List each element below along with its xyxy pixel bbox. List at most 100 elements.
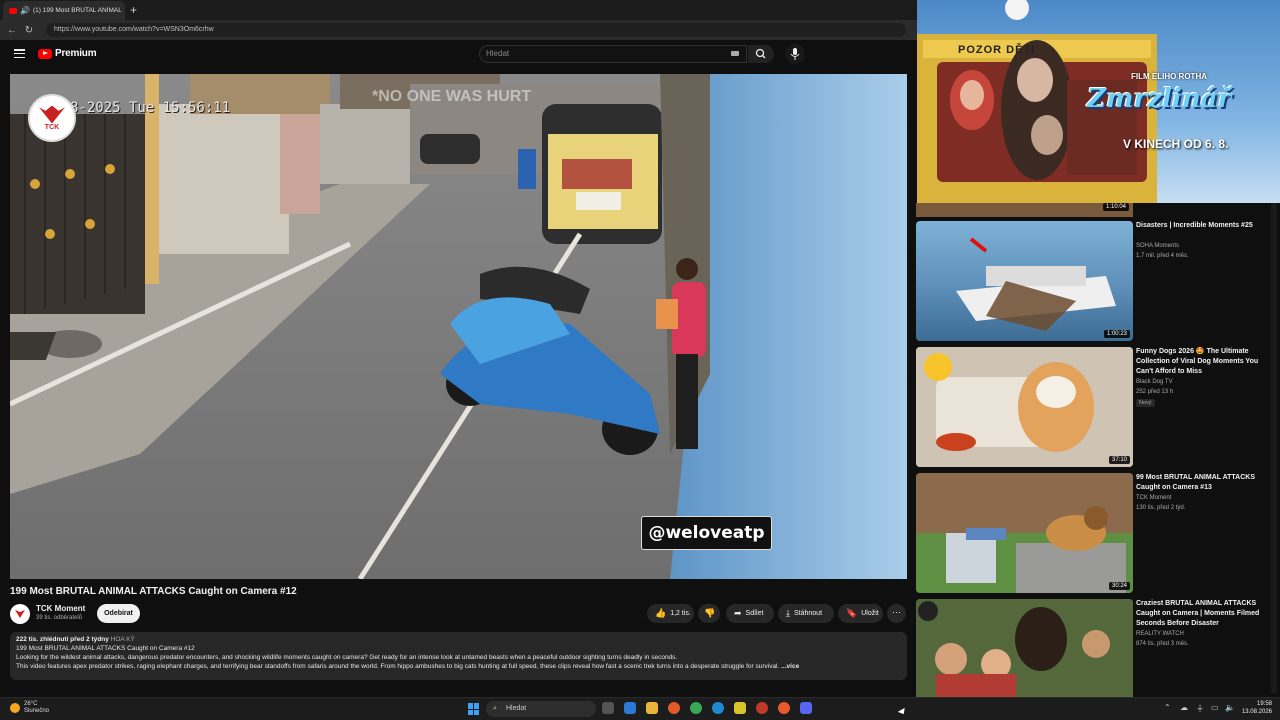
channel-avatar[interactable] (10, 604, 30, 624)
windows-start-icon[interactable] (468, 703, 480, 715)
subscriber-count: 39 tis. odběratelů (36, 615, 83, 621)
back-arrow-icon[interactable]: ← (7, 25, 17, 36)
description-meta: 222 tis. zhlédnutí před 2 týdny HOA KỲ (16, 636, 901, 643)
taskbar-search[interactable]: ⌕ Hledat (486, 701, 596, 717)
more-actions-icon[interactable]: ⋯ (887, 604, 906, 623)
search-button[interactable] (748, 45, 774, 63)
system-clock[interactable]: 19:58 13.08.2026 (1240, 700, 1272, 716)
save-label: Uložit (861, 610, 879, 617)
like-button[interactable]: 👍 1,2 tis. (647, 604, 694, 623)
like-count: 1,2 tis. (670, 610, 691, 617)
mail-icon[interactable] (624, 702, 636, 714)
discord-icon[interactable] (800, 702, 812, 714)
video-meta: 1,7 mil. před 4 měs. (1136, 253, 1189, 259)
youtube-favicon-icon (9, 7, 17, 14)
clock-time: 19:58 (1256, 701, 1272, 707)
video-frame (10, 74, 907, 579)
ad-banner[interactable]: POZOR DĚTI FILM ELIHO ROTHA Zmrzlinář V … (917, 0, 1280, 205)
chrome-icon[interactable] (690, 702, 702, 714)
channel-name: REALITY WATCH (1136, 631, 1184, 637)
firefox-icon[interactable] (668, 702, 680, 714)
view-count-date: 222 tis. zhlédnutí před 2 týdny (16, 636, 109, 643)
duration-badge: 37:10 (1108, 456, 1130, 464)
youtube-premium-logo[interactable]: Premium (38, 48, 97, 59)
audio-playing-icon[interactable]: 🔊 (20, 6, 30, 15)
video-overlay-text: *NO ONE WAS HURT (372, 88, 532, 105)
list-item[interactable]: Craziest BRUTAL ANIMAL ATTACKS Caught on… (913, 599, 1280, 697)
video-title: Craziest BRUTAL ANIMAL ATTACKS Caught on… (1136, 600, 1260, 627)
list-item[interactable]: 1:00:23 Disasters | Incredible Moments #… (913, 221, 1280, 341)
subscribe-button[interactable]: Odebírat (97, 604, 140, 623)
video-meta: 130 tis. před 2 týd. (1136, 505, 1186, 511)
new-tab-icon[interactable]: + (130, 3, 137, 17)
browser-tab[interactable]: 🔊 (1) 199 Most BRUTAL ANIMAL ✕ (3, 1, 125, 20)
description-line: This video features apex predator strike… (16, 663, 901, 670)
notes-icon[interactable] (734, 702, 746, 714)
browser-tabstrip: 🔊 (1) 199 Most BRUTAL ANIMAL ✕ + (0, 0, 917, 20)
list-item[interactable]: 30:24 99 Most BRUTAL ANIMAL ATTACKS Caug… (913, 473, 1280, 593)
youtube-header: Premium Hledat (0, 40, 917, 70)
search-icon: ⌕ (493, 705, 497, 712)
tray-chevron-icon[interactable]: ⌃ (1164, 703, 1171, 712)
description-box[interactable]: 222 tis. zhlédnutí před 2 týdny HOA KỲ 1… (10, 632, 907, 680)
share-button[interactable]: ➦ Sdílet (726, 604, 774, 623)
video-title: Funny Dogs 2026 🤩 The Ultimate Collectio… (1136, 348, 1259, 375)
download-label: Stáhnout (793, 610, 823, 617)
download-button[interactable]: ⤓ Stáhnout (778, 604, 834, 623)
ad-release-date: V KINECH OD 6. 8. (1123, 137, 1229, 151)
search-icon (755, 48, 766, 59)
duration-badge: 1:10:04 (1103, 203, 1130, 211)
weather-widget[interactable]: 26°C Slunečno (10, 701, 49, 715)
search-input[interactable]: Hledat (479, 45, 747, 63)
thumbnail: 1:00:23 (916, 221, 1133, 341)
handle-watermark: @weloveatp (641, 516, 772, 550)
volume-icon[interactable]: 🔈 (1225, 703, 1235, 712)
firefox-active-icon[interactable] (778, 702, 790, 714)
share-label: Sdílet (745, 610, 764, 617)
url-field[interactable]: https://www.youtube.com/watch?v=WSN3Om6c… (46, 23, 906, 37)
video-title: 99 Most BRUTAL ANIMAL ATTACKS Caught on … (1136, 474, 1255, 491)
usb-icon[interactable]: ⏚ (1196, 703, 1204, 714)
list-item[interactable]: 37:10 Funny Dogs 2026 🤩 The Ultimate Col… (913, 347, 1280, 467)
channel-watermark-logo: TCK (28, 94, 76, 142)
thumbnail: 30:24 (916, 473, 1133, 593)
location-tag[interactable]: HOA KỲ (111, 636, 135, 643)
channel-name: TCK Moment (1136, 495, 1172, 501)
duration-badge: 30:24 (1108, 582, 1130, 590)
description-text: This video features apex predator strike… (16, 663, 780, 670)
dislike-button[interactable]: 👎 (698, 604, 720, 623)
menu-icon[interactable] (14, 49, 25, 59)
reload-icon[interactable]: ↻ (24, 25, 34, 36)
youtube-play-icon (38, 48, 52, 59)
voice-search-button[interactable] (785, 44, 805, 64)
keyboard-icon[interactable] (731, 51, 739, 56)
weather-condition: Slunečno (24, 708, 50, 714)
task-view-icon[interactable] (602, 702, 614, 714)
video-title: Disasters | Incredible Moments #25 (1136, 222, 1253, 229)
taskbar: 26°C Slunečno ⌕ Hledat ⌃ ☁ ⏚ ▭ 🔈 19:58 1… (0, 697, 1280, 720)
description-line: Looking for the wildest animal attacks, … (16, 654, 678, 661)
sidebar-scrollbar[interactable] (1271, 203, 1277, 693)
thumbnail: 37:10 (916, 347, 1133, 467)
cctv-timestamp: 8-2025 Tue 15:56:11 (70, 100, 231, 116)
network-icon[interactable]: ▭ (1211, 703, 1219, 712)
channel-name[interactable]: TCK Moment (36, 604, 85, 613)
ad-film-credit: FILM ELIHO ROTHA (1131, 72, 1207, 81)
thumbnail (916, 599, 1133, 697)
list-item[interactable]: 1:10:04 (913, 203, 1280, 211)
channel-watermark-text: TCK (44, 123, 60, 131)
new-badge: Nový (1136, 399, 1155, 407)
video-meta: 252 před 13 h (1136, 389, 1174, 395)
clock-date: 13.08.2026 (1241, 709, 1272, 715)
cloud-icon[interactable]: ☁ (1180, 703, 1188, 712)
show-more-link[interactable]: ...více (781, 663, 799, 670)
description-line: 199 Most BRUTAL ANIMAL ATTACKS Caught on… (16, 645, 195, 652)
app-icon[interactable] (756, 702, 768, 714)
file-explorer-icon[interactable] (646, 702, 658, 714)
edge-icon[interactable] (712, 702, 724, 714)
save-button[interactable]: 🔖 Uložit (838, 604, 883, 623)
sun-icon (10, 703, 20, 713)
logo-text: Premium (55, 48, 97, 59)
thumbs-up-icon: 👍 (655, 608, 667, 618)
video-player[interactable]: 8-2025 Tue 15:56:11 *NO ONE WAS HURT TCK… (10, 74, 907, 579)
